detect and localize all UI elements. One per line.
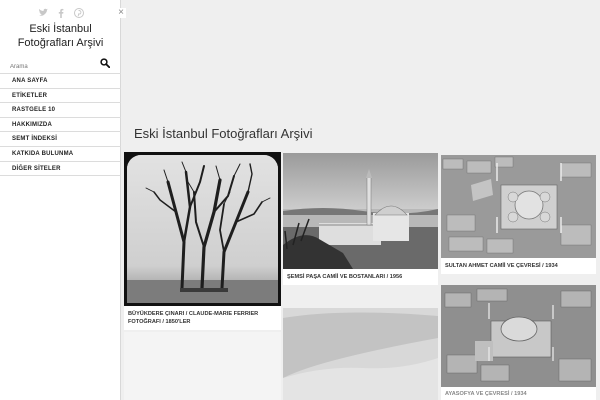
site-title[interactable]: Eski İstanbul Fotoğrafları Arşivi — [0, 22, 121, 50]
search-icon[interactable] — [100, 55, 111, 69]
twitter-icon[interactable] — [38, 8, 48, 18]
search-box — [10, 55, 111, 73]
photo-card[interactable]: ŞEMSİ PAŞA CAMİİ VE BOSTANLARI / 1956 — [283, 153, 438, 285]
close-icon[interactable]: × — [116, 8, 126, 18]
photo-thumbnail[interactable] — [441, 155, 596, 258]
photo-thumbnail[interactable] — [283, 308, 438, 400]
menu-item-tags[interactable]: ETİKETLER — [0, 89, 121, 104]
photo-card[interactable]: BÜYÜKDERE ÇINARI / CLAUDE-MARIE FERRIER … — [124, 152, 281, 330]
photo-card[interactable] — [283, 308, 438, 400]
menu-item-contribute[interactable]: KATKIDA BULUNMA — [0, 147, 121, 162]
main-menu: ANA SAYFA ETİKETLER RASTGELE 10 HAKKIMIZ… — [0, 73, 121, 177]
photo-card[interactable]: AYASOFYA VE ÇEVRESİ / 1934 — [441, 285, 596, 400]
facebook-icon[interactable] — [56, 8, 66, 18]
menu-item-home[interactable]: ANA SAYFA — [0, 74, 121, 89]
caption-line: FOTOĞRAFI / 1850'LER — [128, 319, 191, 325]
site-title-line2: Fotoğrafları Arşivi — [17, 37, 104, 49]
menu-item-random[interactable]: RASTGELE 10 — [0, 103, 121, 118]
photo-thumbnail[interactable] — [283, 153, 438, 269]
photo-caption[interactable]: BÜYÜKDERE ÇINARI / CLAUDE-MARIE FERRIER … — [128, 310, 277, 326]
sidebar: Eski İstanbul Fotoğrafları Arşivi ANA SA… — [0, 0, 121, 400]
page-title: Eski İstanbul Fotoğrafları Arşivi — [134, 126, 313, 141]
site-title-line1: Eski İstanbul — [29, 23, 92, 35]
pinterest-icon[interactable] — [74, 8, 84, 18]
caption-line: BÜYÜKDERE ÇINARI / CLAUDE-MARIE FERRIER — [128, 311, 259, 317]
photo-card[interactable]: SULTAN AHMET CAMİİ VE ÇEVRESİ / 1934 — [441, 155, 596, 274]
photo-caption[interactable]: ŞEMSİ PAŞA CAMİİ VE BOSTANLARI / 1956 — [287, 273, 434, 281]
menu-item-other-sites[interactable]: DİĞER SİTELER — [0, 162, 121, 177]
photo-caption[interactable]: SULTAN AHMET CAMİİ VE ÇEVRESİ / 1934 — [445, 262, 592, 270]
social-links — [38, 8, 84, 18]
photo-card-placeholder — [124, 332, 281, 400]
photo-caption[interactable]: AYASOFYA VE ÇEVRESİ / 1934 — [445, 390, 592, 398]
search-input[interactable] — [10, 61, 90, 73]
photo-thumbnail[interactable] — [441, 285, 596, 387]
menu-item-about[interactable]: HAKKIMIZDA — [0, 118, 121, 133]
photo-thumbnail[interactable] — [124, 152, 281, 306]
menu-item-district-index[interactable]: SEMT İNDEKSİ — [0, 132, 121, 147]
